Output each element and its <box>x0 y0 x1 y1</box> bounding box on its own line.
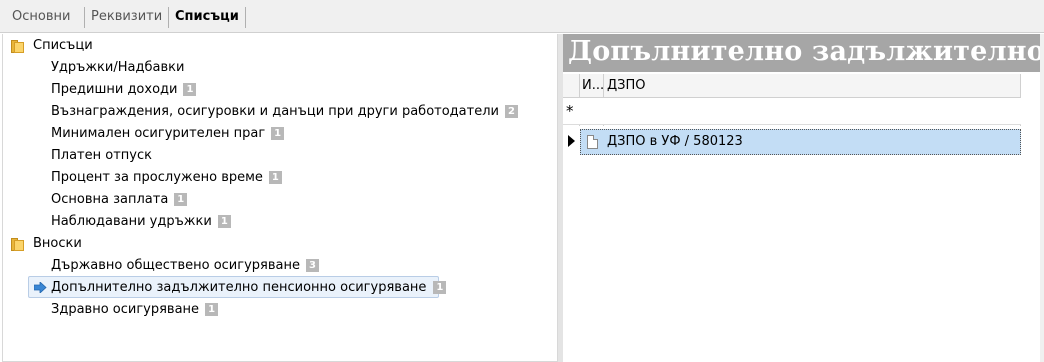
grid-data-row[interactable]: ДЗПО в УФ / 580123 <box>580 129 1021 155</box>
grid-new-row[interactable] <box>563 98 1021 124</box>
arrow-right-icon <box>34 282 47 293</box>
tree-item-label: Платен отпуск <box>51 148 152 163</box>
column-header-dzpo[interactable]: ДЗПО <box>607 74 646 98</box>
tab-osnovni[interactable]: Основни <box>9 7 73 27</box>
tree-group-label: Вноски <box>33 236 82 251</box>
tree-item-zdravno-osiguryavane[interactable]: Здравно осигуряване 1 <box>51 299 219 321</box>
tree-item-label: Наблюдавани удръжки <box>51 214 212 229</box>
tree-item-osnovna-zaplata[interactable]: Основна заплата 1 <box>51 189 188 211</box>
folder-icon <box>11 238 25 251</box>
tree-item-label: Удръжки/Надбавки <box>51 60 185 75</box>
count-badge: 1 <box>217 215 231 228</box>
count-badge: 1 <box>433 281 447 294</box>
count-badge: 1 <box>183 83 197 96</box>
tab-separator <box>168 7 169 28</box>
count-badge: 1 <box>174 193 188 206</box>
detail-title-band: Допълнително задължително пенсионно осиг… <box>563 34 1044 72</box>
tree-item-platen-otpusk[interactable]: Платен отпуск <box>51 145 152 167</box>
detail-title: Допълнително задължително пенсионно осиг… <box>568 36 1044 67</box>
tree-item-prosluzheno-vreme[interactable]: Процент за прослужено време 1 <box>51 167 282 189</box>
tree-item-predishni-dohodi[interactable]: Предишни доходи 1 <box>51 79 197 101</box>
tab-spisaci[interactable]: Списъци <box>172 7 242 27</box>
tree-item-label: Предишни доходи <box>51 82 178 97</box>
count-badge: 1 <box>268 171 282 184</box>
tab-separator <box>84 7 85 28</box>
tree-item-label: Допълнително задължително пенсионно осиг… <box>51 280 427 295</box>
grid-row-label: ДЗПО в УФ / 580123 <box>607 134 743 149</box>
new-row-marker: * <box>566 102 574 120</box>
tree-item-label: Държавно обществено осигуряване <box>51 258 300 273</box>
tree-item-nablyudavani-udrazhki[interactable]: Наблюдавани удръжки 1 <box>51 211 231 233</box>
tree-item-vaznagrazhdeniya[interactable]: Възнаграждения, осигуровки и данъци при … <box>51 101 518 123</box>
grid-header: И... ДЗПО <box>563 74 1021 98</box>
grid-line <box>563 124 1021 125</box>
tree-item-label: Възнаграждения, осигуровки и данъци при … <box>51 104 499 119</box>
tree-item-label: Здравно осигуряване <box>51 302 200 317</box>
count-badge: 1 <box>205 303 219 316</box>
tab-bar-border <box>0 32 1044 33</box>
detail-panel: Допълнително задължително пенсионно осиг… <box>563 34 1044 362</box>
count-badge: 1 <box>271 127 285 140</box>
current-row-pointer-icon <box>568 135 575 147</box>
lists-tree: Списъци Удръжки/Надбавки Предишни доходи… <box>2 34 558 362</box>
column-header-id[interactable]: И... <box>582 74 604 98</box>
count-badge: 2 <box>504 105 518 118</box>
tree-item-label: Процент за прослужено време <box>51 170 263 185</box>
count-badge: 3 <box>305 259 319 272</box>
tree-group-label: Списъци <box>33 38 93 53</box>
tree-item-udrazhki[interactable]: Удръжки/Надбавки <box>51 57 184 79</box>
window-edge <box>1040 34 1044 362</box>
tree-item-minimalen-prag[interactable]: Минимален осигурителен праг 1 <box>51 123 285 145</box>
tree-item-dzhavno-osiguryavane[interactable]: Държавно обществено осигуряване 3 <box>51 255 319 277</box>
tree-item-label: Минимален осигурителен праг <box>51 126 266 141</box>
document-icon <box>587 135 598 149</box>
folder-icon <box>11 40 25 53</box>
tab-rekviziti[interactable]: Реквизити <box>88 7 165 27</box>
tab-bar: Основни Реквизити Списъци <box>0 0 1044 33</box>
tree-item-dzpo[interactable]: Допълнително задължително пенсионно осиг… <box>51 277 447 299</box>
tab-separator <box>245 7 246 28</box>
tree-item-label: Основна заплата <box>51 192 169 207</box>
